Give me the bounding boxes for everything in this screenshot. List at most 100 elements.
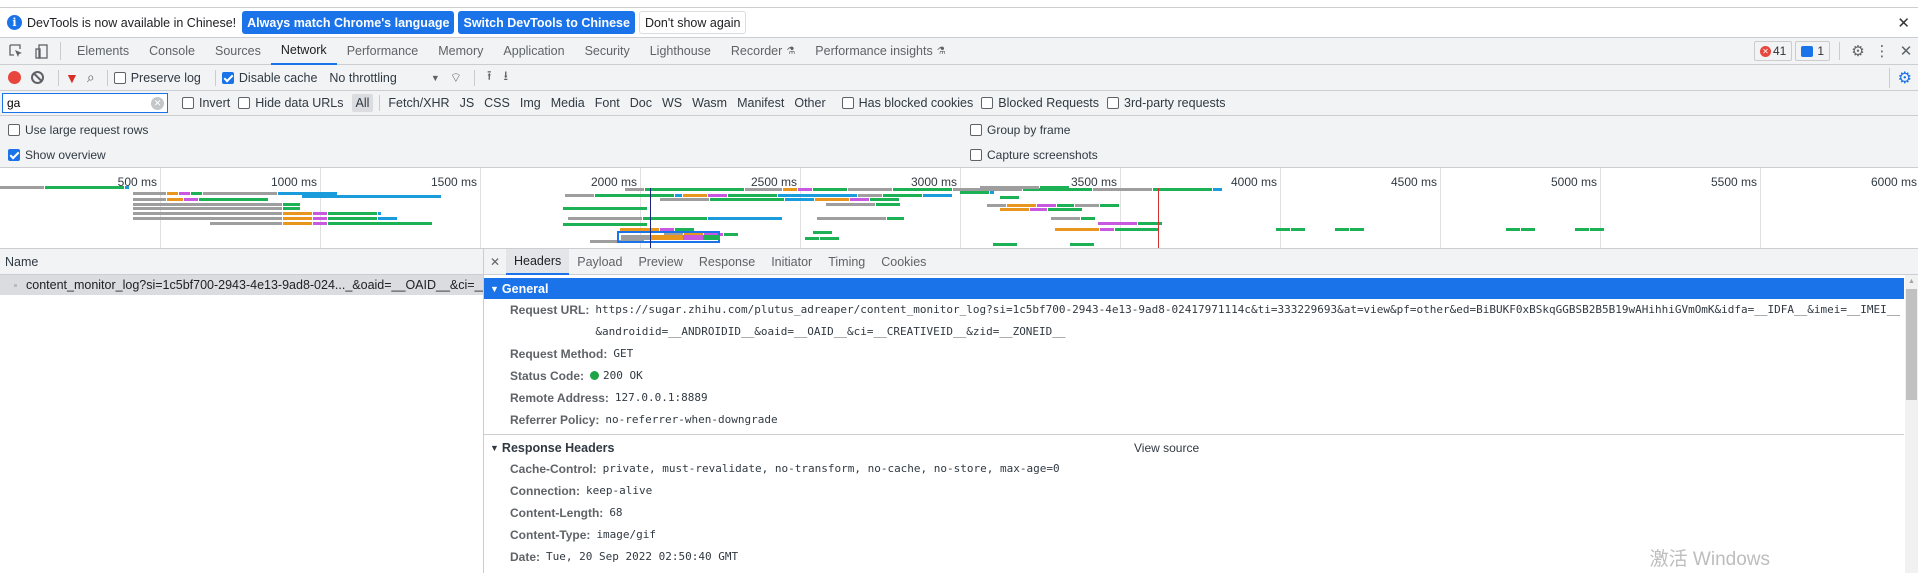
- messages-badge[interactable]: 1: [1795, 41, 1830, 61]
- throttling-select[interactable]: No throttling: [329, 71, 396, 85]
- show-overview-box[interactable]: [8, 149, 20, 161]
- clear-filter-icon[interactable]: ✕: [151, 96, 164, 110]
- tab-recorder[interactable]: Recorder ⚗: [721, 38, 805, 65]
- has-blocked-cookies-box[interactable]: [841, 97, 854, 109]
- filter-type-fetch-xhr[interactable]: Fetch/XHR: [384, 94, 453, 112]
- tab-cookies[interactable]: Cookies: [873, 249, 934, 275]
- always-match-language-button[interactable]: Always match Chrome's language: [242, 11, 455, 34]
- request-row[interactable]: content_monitor_log?si=1c5bf700-2943-4e1…: [0, 275, 483, 295]
- invert-checkbox[interactable]: Invert: [182, 96, 230, 110]
- filter-type-img[interactable]: Img: [516, 94, 545, 112]
- scroll-up-arrow-icon[interactable]: ▲: [1905, 275, 1918, 289]
- filter-type-media[interactable]: Media: [547, 94, 589, 112]
- filter-type-wasm[interactable]: Wasm: [688, 94, 731, 112]
- tab-performance-insights[interactable]: Performance insights ⚗: [805, 38, 955, 65]
- response-header-row: Content-Type: image/gif: [484, 524, 1918, 546]
- large-rows-box[interactable]: [8, 124, 20, 136]
- filter-type-manifest[interactable]: Manifest: [733, 94, 788, 112]
- header-key: Date:: [510, 550, 541, 564]
- tab-lighthouse[interactable]: Lighthouse: [640, 38, 721, 65]
- capture-screenshots-box[interactable]: [970, 149, 982, 161]
- errors-badge[interactable]: ✕ 41: [1753, 41, 1793, 61]
- tab-timing[interactable]: Timing: [820, 249, 873, 275]
- tab-performance[interactable]: Performance: [337, 38, 429, 65]
- overview-request-bar: [848, 188, 892, 191]
- overview-request-bar: [815, 198, 849, 201]
- hide-data-urls-checkbox[interactable]: Hide data URLs: [238, 96, 344, 110]
- detail-scrollbar[interactable]: ▲: [1905, 275, 1918, 573]
- filter-icon[interactable]: ▼: [65, 70, 79, 86]
- network-settings-gear-icon[interactable]: ⚙: [1888, 67, 1912, 88]
- disable-cache-box[interactable]: [221, 71, 234, 84]
- search-icon[interactable]: ⌕: [87, 69, 95, 86]
- filter-input[interactable]: [7, 96, 147, 110]
- overview-request-bar: [0, 186, 44, 189]
- disable-cache-checkbox[interactable]: Disable cache: [221, 71, 317, 85]
- group-by-frame-checkbox[interactable]: Group by frame: [970, 123, 1070, 137]
- device-toolbar-icon[interactable]: [32, 41, 52, 61]
- overview-request-bar: [1276, 228, 1290, 231]
- chevron-down-icon[interactable]: ▼: [431, 73, 440, 83]
- overview-request-bar: [651, 235, 683, 240]
- tab-security[interactable]: Security: [575, 38, 640, 65]
- filter-type-js[interactable]: JS: [456, 94, 479, 112]
- has-blocked-cookies-checkbox[interactable]: Has blocked cookies: [841, 96, 973, 110]
- tab-payload[interactable]: Payload: [569, 249, 630, 275]
- filter-type-doc[interactable]: Doc: [626, 94, 656, 112]
- overview-request-bar: [283, 217, 312, 220]
- header-key: Status Code:: [510, 369, 585, 383]
- show-overview-checkbox[interactable]: Show overview: [8, 148, 106, 162]
- blocked-requests-checkbox[interactable]: Blocked Requests: [981, 96, 1099, 110]
- import-har-icon[interactable]: ⭱: [487, 67, 492, 89]
- tab-memory[interactable]: Memory: [428, 38, 493, 65]
- group-by-frame-box[interactable]: [970, 124, 982, 136]
- record-button[interactable]: [8, 71, 21, 84]
- clear-icon[interactable]: [31, 71, 44, 84]
- hide-data-urls-box[interactable]: [238, 97, 251, 109]
- blocked-requests-box[interactable]: [981, 97, 994, 109]
- tab-headers[interactable]: Headers: [506, 249, 570, 275]
- close-infobar-icon[interactable]: ✕: [1897, 14, 1910, 32]
- close-devtools-icon[interactable]: ✕: [1894, 42, 1918, 60]
- dont-show-again-button[interactable]: Don't show again: [638, 11, 747, 34]
- third-party-checkbox[interactable]: 3rd-party requests: [1107, 96, 1225, 110]
- network-conditions-icon[interactable]: ⌔: [450, 70, 462, 86]
- tab-preview[interactable]: Preview: [630, 249, 690, 275]
- capture-screenshots-checkbox[interactable]: Capture screenshots: [970, 148, 1098, 162]
- experiment-flask-icon: ⚗: [786, 45, 796, 57]
- export-har-icon[interactable]: ⭳: [504, 67, 509, 89]
- preserve-log-checkbox[interactable]: Preserve log: [113, 71, 201, 85]
- preserve-log-box[interactable]: [113, 71, 126, 84]
- general-section-header[interactable]: ▼ General: [484, 278, 1904, 299]
- tab-sources[interactable]: Sources: [205, 38, 271, 65]
- close-detail-icon[interactable]: ✕: [484, 255, 506, 269]
- large-rows-checkbox[interactable]: Use large request rows: [8, 123, 148, 137]
- filter-type-other[interactable]: Other: [790, 94, 829, 112]
- settings-gear-icon[interactable]: ⚙: [1846, 42, 1870, 60]
- tab-network[interactable]: Network: [270, 38, 337, 65]
- scrollbar-thumb[interactable]: [1906, 289, 1917, 400]
- overview-request-bar: [179, 192, 190, 195]
- overview-request-bar: [167, 198, 183, 201]
- tab-initiator[interactable]: Initiator: [763, 249, 820, 275]
- tab-console[interactable]: Console: [139, 38, 205, 65]
- invert-box[interactable]: [182, 97, 194, 109]
- inspect-element-icon[interactable]: [6, 41, 26, 61]
- network-overview-timeline[interactable]: 500 ms 1000 ms 1500 ms 2000 ms 2500 ms 3000 m…: [0, 168, 1918, 249]
- filter-type-font[interactable]: Font: [591, 94, 624, 112]
- name-column-header[interactable]: Name: [0, 249, 483, 275]
- overview-request-bar: [328, 222, 432, 225]
- filter-input-wrapper[interactable]: ✕: [2, 93, 168, 113]
- tab-elements[interactable]: Elements: [67, 38, 139, 65]
- filter-type-ws[interactable]: WS: [658, 94, 686, 112]
- filter-type-css[interactable]: CSS: [480, 94, 514, 112]
- view-source-link[interactable]: View source: [1134, 441, 1199, 455]
- tab-response[interactable]: Response: [691, 249, 763, 275]
- filter-type-all[interactable]: All: [351, 94, 374, 112]
- more-options-icon[interactable]: ⋮: [1870, 42, 1894, 60]
- switch-to-chinese-button[interactable]: Switch DevTools to Chinese: [458, 11, 635, 34]
- response-headers-section-header[interactable]: ▼ Response Headers View source: [484, 437, 1918, 458]
- third-party-box[interactable]: [1107, 97, 1120, 109]
- overview-request-bar: [378, 212, 381, 215]
- tab-application[interactable]: Application: [493, 38, 574, 65]
